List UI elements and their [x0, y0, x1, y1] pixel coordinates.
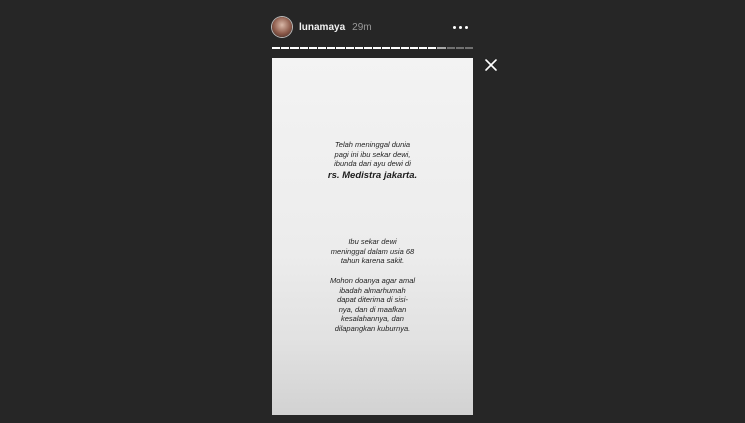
close-icon[interactable] [484, 58, 498, 72]
progress-segment [446, 47, 455, 49]
more-options-icon[interactable] [453, 22, 468, 33]
progress-segment [373, 47, 382, 49]
progress-segment [281, 47, 290, 49]
progress-segment [290, 47, 299, 49]
progress-segment [400, 47, 409, 49]
progress-segment [327, 47, 336, 49]
close-icon-glyph [485, 59, 497, 71]
progress-segment [455, 47, 464, 49]
progress-segment [336, 47, 345, 49]
progress-segment [354, 47, 363, 49]
story-line: Ibu sekar dewi [348, 237, 397, 246]
progress-segment [299, 47, 308, 49]
progress-segment [391, 47, 400, 49]
story-line: nya, dan di maafkan [338, 304, 407, 314]
story-line: tahun karena sakit. [340, 256, 405, 266]
story-paragraph-2: Ibu sekar dewi meninggal dalam usia 68 t… [272, 237, 473, 266]
avatar[interactable] [272, 17, 292, 37]
story-line: ibadah almarhumah [339, 285, 406, 295]
story-media[interactable]: Telah meninggal dunia pagi ini ibu sekar… [272, 58, 473, 415]
story-line: Telah meninggal dunia [334, 140, 411, 149]
progress-segment [464, 47, 474, 49]
story-line: Mohon doanya agar amal [329, 276, 416, 285]
story-line: dapat diterima di sisi- [337, 295, 408, 305]
story-line-emphasis: rs. Medistra jakarta. [327, 169, 418, 181]
story-line: dilapangkan kuburnya. [334, 323, 411, 333]
more-dot [459, 25, 462, 29]
progress-segment [428, 47, 437, 49]
story-progress-bar [272, 47, 474, 49]
progress-segment [308, 47, 317, 49]
story-header: lunamaya 29m [272, 16, 473, 38]
progress-segment [437, 47, 446, 49]
story-paragraph-3: Mohon doanya agar amal ibadah almarhumah… [272, 276, 473, 334]
progress-segment [419, 47, 428, 49]
story-line: meninggal dalam usia 68 [330, 246, 415, 256]
progress-segment [409, 47, 418, 49]
post-time: 29m [352, 21, 372, 33]
story-viewer: lunamaya 29m Telah meninggal dunia pagi … [0, 0, 745, 423]
username[interactable]: lunamaya [299, 22, 345, 33]
story-line: pagi ini ibu sekar dewi, [334, 149, 411, 159]
progress-segment [272, 47, 281, 49]
story-paragraph-1: Telah meninggal dunia pagi ini ibu sekar… [272, 140, 473, 182]
progress-segment [382, 47, 391, 49]
progress-segment [345, 47, 354, 49]
story-line: kesalahannya, dan [341, 314, 404, 324]
more-dot [465, 25, 468, 29]
progress-segment [363, 47, 373, 49]
progress-segment [317, 47, 327, 49]
story-line: ibunda dari ayu dewi di [334, 159, 411, 169]
more-dot [453, 25, 456, 29]
